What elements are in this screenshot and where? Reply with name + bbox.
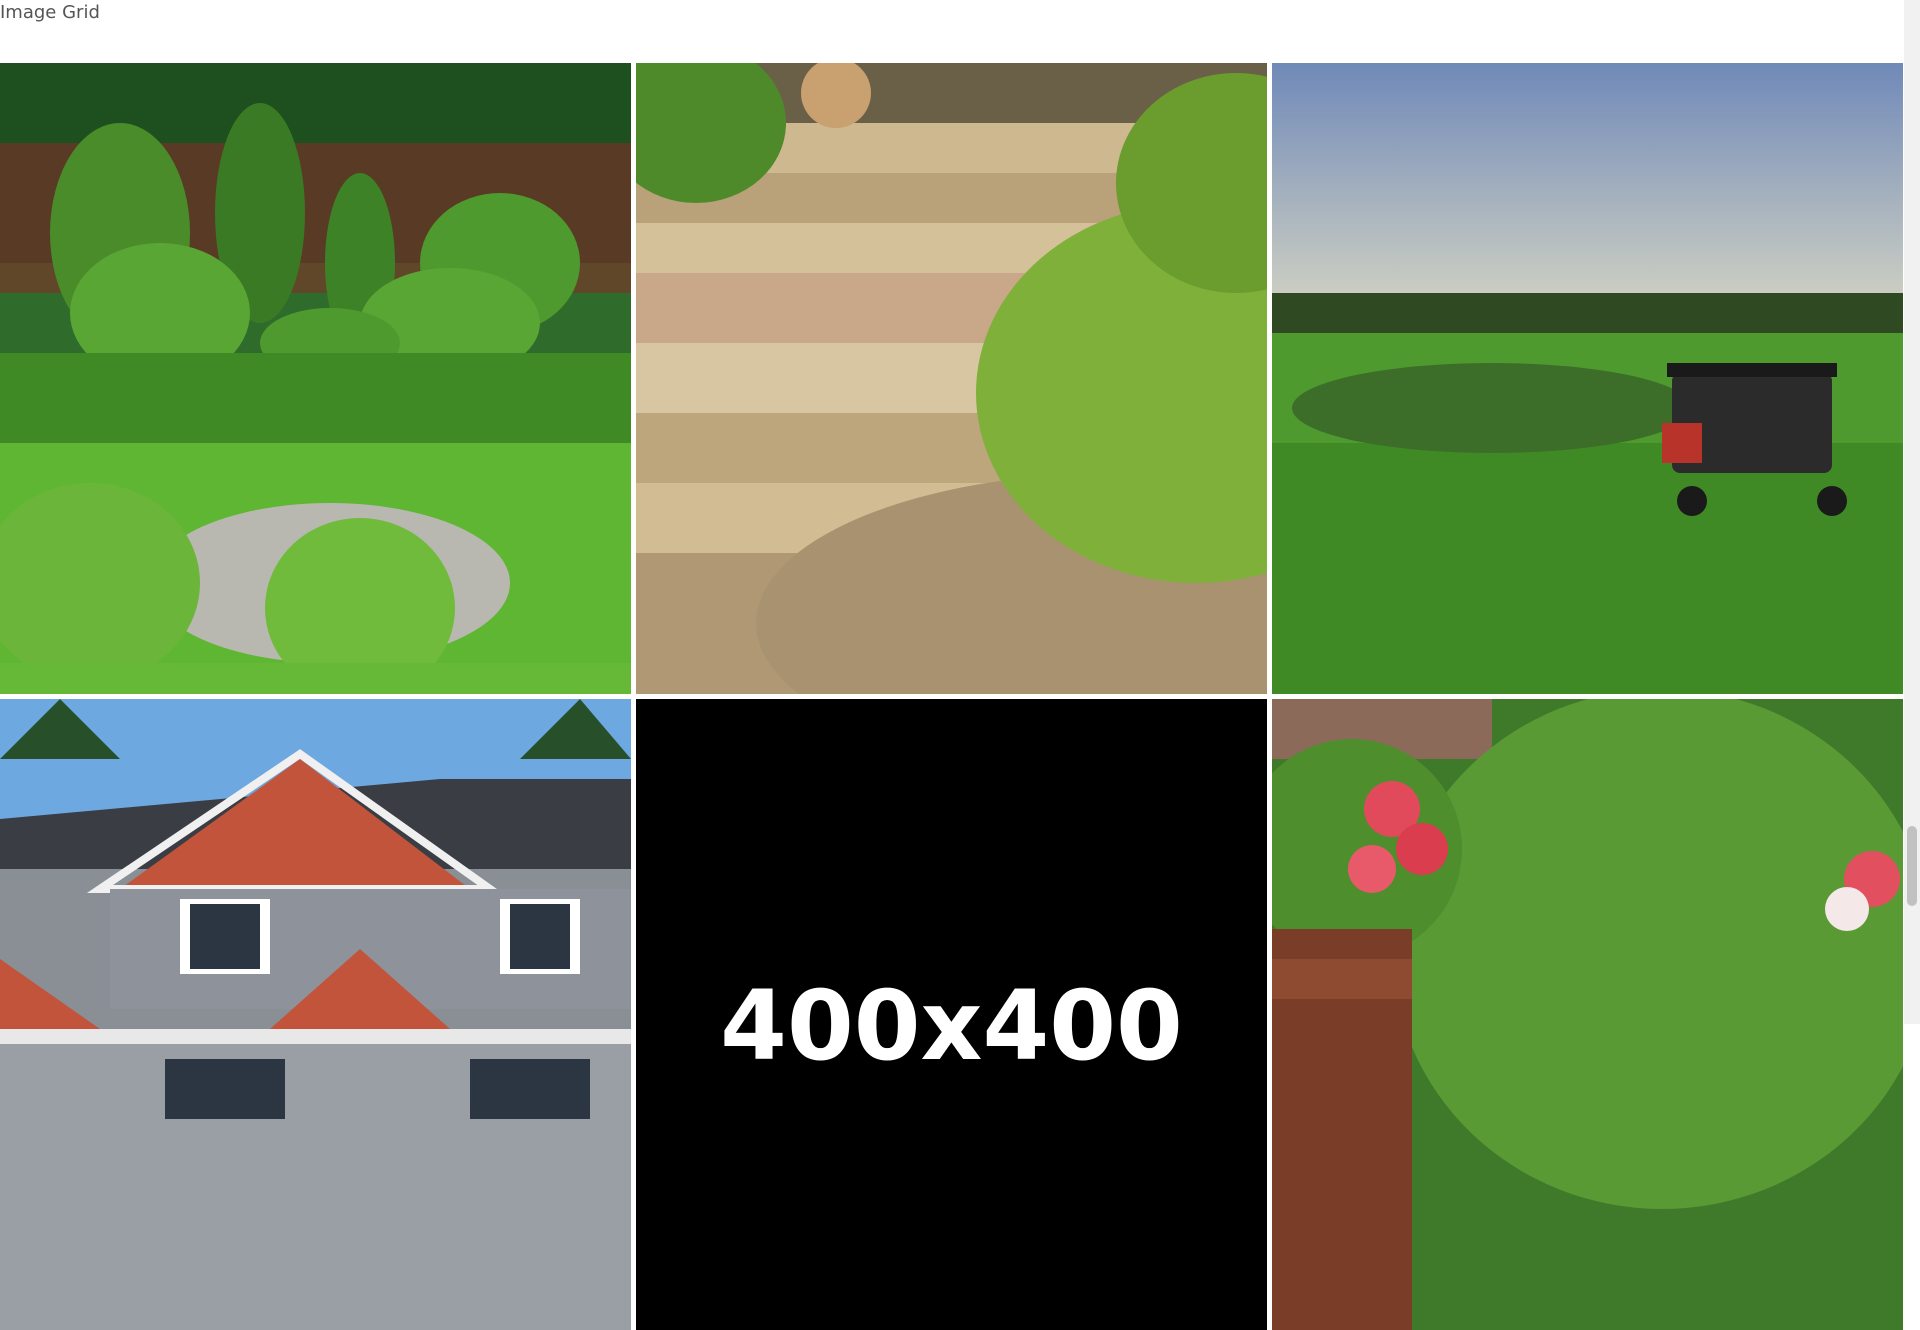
placeholder-label: 400x400 <box>720 970 1183 1082</box>
image-tile-golf[interactable] <box>1272 63 1903 694</box>
image-tile-steps[interactable] <box>636 63 1267 694</box>
placeholder-image: 400x400 <box>636 699 1267 1330</box>
golf-image <box>1272 63 1903 694</box>
shrub-image <box>1272 699 1903 1330</box>
image-tile-shrub[interactable] <box>1272 699 1903 1330</box>
image-tile-placeholder[interactable]: 400x400 <box>636 699 1267 1330</box>
image-tile-house[interactable] <box>0 699 631 1330</box>
page-scrollbar[interactable] <box>1904 0 1920 1024</box>
scrollbar-thumb[interactable] <box>1907 826 1917 906</box>
page-title: Image Grid <box>0 2 100 23</box>
garden-image <box>0 63 631 694</box>
steps-image <box>636 63 1267 694</box>
house-image <box>0 699 631 1330</box>
image-tile-garden[interactable] <box>0 63 631 694</box>
image-grid: 400x400 <box>0 63 1904 1330</box>
